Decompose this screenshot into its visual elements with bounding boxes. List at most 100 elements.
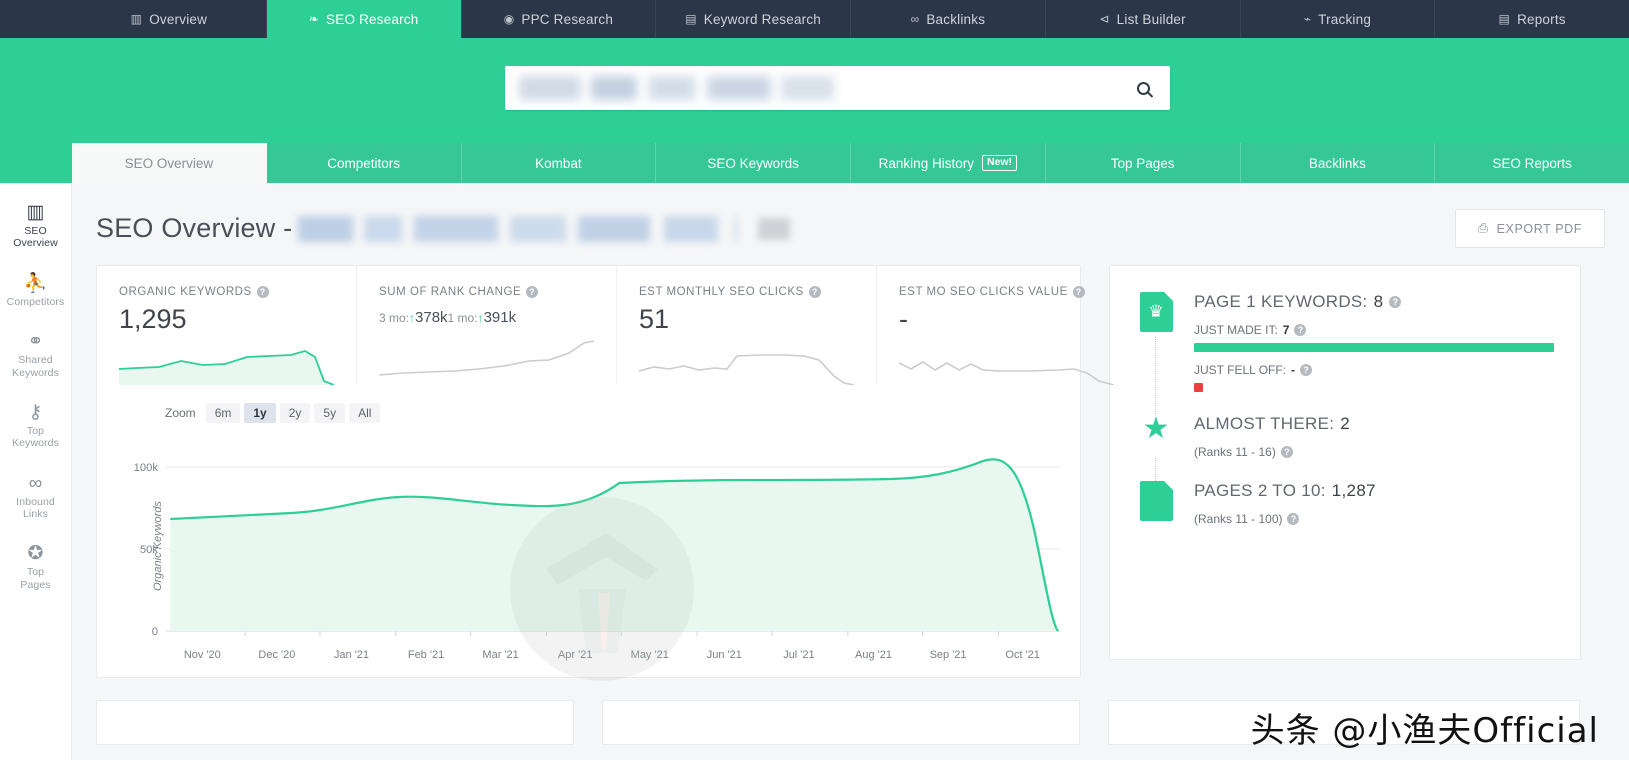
tab-top-pages[interactable]: Top Pages <box>1045 143 1241 183</box>
page-header: SEO Overview - ⎙ EXPORT PDF <box>96 209 1605 248</box>
topnav-item-seo-research[interactable]: ❧ SEO Research <box>266 0 462 38</box>
row-just-made-it: JUST MADE IT: 7 ? <box>1194 323 1554 337</box>
panel-group-almost-there: ★ ALMOST THERE: 2 (Ranks 11 - 16) ? <box>1136 412 1554 483</box>
search-bar[interactable] <box>505 66 1170 110</box>
star-icon: ★ <box>1142 412 1170 445</box>
zoom-option-6m[interactable]: 6m <box>205 402 241 423</box>
tab-backlinks[interactable]: Backlinks <box>1240 143 1436 183</box>
x-tick-label: Aug '21 <box>855 648 892 661</box>
change-3mo-value: 378k <box>415 309 448 326</box>
sidebar-label-line2: Keywords <box>12 437 59 450</box>
sidebar-label-line1: Top <box>26 424 45 437</box>
topnav-label: Keyword Research <box>703 11 822 27</box>
question-icon[interactable]: ? <box>1294 324 1307 336</box>
metric-est-mo-seo-clicks-value: EST MO SEO CLICKS VALUE ? - <box>877 266 1136 386</box>
svg-text:0: 0 <box>152 626 158 638</box>
tab-label: Competitors <box>327 155 401 171</box>
metric-label-text: ORGANIC KEYWORDS <box>119 286 252 298</box>
sidebar-label-line1: Shared <box>18 354 53 367</box>
tab-label: Kombat <box>535 155 582 171</box>
chart-svg: 100k 50k 0 <box>134 457 1060 638</box>
bottom-card-middle[interactable] <box>602 699 1080 745</box>
document-icon: ▤ <box>1498 12 1511 26</box>
sidebar-item-top-pages[interactable]: ✪ Top Pages <box>0 544 71 591</box>
topnav-item-tracking[interactable]: ⌁ Tracking <box>1241 0 1436 38</box>
search-input[interactable] <box>505 66 1116 110</box>
sidebar-item-shared-keywords[interactable]: ⚭ Shared Keywords <box>0 332 71 379</box>
link-icon: ∞ <box>28 472 43 494</box>
tab-seo-overview[interactable]: SEO Overview <box>72 143 267 183</box>
sidebar-label-line2: Overview <box>13 237 58 250</box>
tab-label: Top Pages <box>1110 155 1175 171</box>
tab-label: SEO Reports <box>1492 155 1572 171</box>
x-tick-label: Apr '21 <box>557 648 593 661</box>
question-icon[interactable]: ? <box>1287 513 1300 525</box>
tab-seo-reports[interactable]: SEO Reports <box>1435 143 1629 183</box>
zoom-option-5y[interactable]: 5y <box>314 402 346 423</box>
sidebar-item-top-keywords[interactable]: ⚷ Top Keywords <box>0 403 71 450</box>
tab-label: SEO Keywords <box>707 155 799 171</box>
redacted-domain-name <box>298 215 739 242</box>
x-tick-label: Jul '21 <box>783 648 815 661</box>
sidebar-item-competitors[interactable]: ⛹ Competitors <box>0 274 71 308</box>
x-tick-label: Feb '21 <box>407 648 445 661</box>
topnav-label: List Builder <box>1116 11 1186 27</box>
topnav-item-keyword-research[interactable]: ▤ Keyword Research <box>656 0 851 38</box>
metric-value: 1,295 <box>119 304 187 334</box>
bar-chart-icon: ▥ <box>26 202 45 223</box>
metric-est-monthly-seo-clicks: EST MONTHLY SEO CLICKS ? 51 <box>617 266 877 386</box>
question-icon[interactable]: ? <box>1072 286 1085 298</box>
card-icon: ▤ <box>685 12 697 26</box>
metrics-row: ORGANIC KEYWORDS ? 1,295 SUM OF RANK CHA… <box>97 266 1115 386</box>
chart-plot-area: Organic Keywords 100k 50k 0 <box>117 449 1060 681</box>
question-icon[interactable]: ? <box>526 286 539 298</box>
chart-x-axis: Nov '20 Dec '20 Jan '21 Feb '21 Mar '21 … <box>165 649 1060 661</box>
page-document-icon <box>1139 481 1173 521</box>
bottom-card-left[interactable] <box>96 699 574 745</box>
topnav-item-backlinks[interactable]: ∞ Backlinks <box>851 0 1046 38</box>
zoom-option-2y[interactable]: 2y <box>279 402 311 423</box>
line-chart-icon: ⌁ <box>1303 12 1312 26</box>
search-icon <box>1136 81 1150 95</box>
sparkline-seo-clicks <box>638 343 855 386</box>
x-tick-label: May '21 <box>630 648 669 661</box>
topnav-item-overview[interactable]: ▥ Overview <box>72 0 267 38</box>
topnav-item-list-builder[interactable]: ⊲ List Builder <box>1046 0 1241 38</box>
bottom-cards-row <box>96 699 1605 745</box>
question-icon[interactable]: ? <box>1300 364 1313 376</box>
question-icon[interactable]: ? <box>1280 446 1293 458</box>
topnav-item-reports[interactable]: ▤ Reports <box>1435 0 1629 38</box>
x-tick-label: Jan '21 <box>333 648 370 661</box>
group-title-label: PAGES 2 TO 10: <box>1194 481 1326 500</box>
group-title: PAGES 2 TO 10: 1,287 <box>1194 481 1554 501</box>
sidebar-label-line2: Pages <box>20 578 51 591</box>
zoom-option-all[interactable]: All <box>349 402 381 423</box>
sidebar-item-seo-overview[interactable]: ▥ SEO Overview <box>0 203 71 250</box>
sidebar-item-inbound-links[interactable]: ∞ Inbound Links <box>0 474 71 521</box>
export-pdf-button[interactable]: ⎙ EXPORT PDF <box>1454 209 1605 248</box>
question-icon[interactable]: ? <box>1389 296 1402 308</box>
subtitle-text: (Ranks 11 - 16) <box>1194 445 1276 459</box>
sidebar-label-line1: Top <box>26 566 45 579</box>
tab-kombat[interactable]: Kombat <box>461 143 657 183</box>
organic-keywords-chart: Zoom 6m 1y 2y 5y All Organic Keywords 10… <box>97 385 1080 681</box>
tab-seo-keywords[interactable]: SEO Keywords <box>656 143 851 183</box>
page-body: ▥ SEO Overview ⛹ Competitors ⚭ Shared Ke… <box>0 183 1629 760</box>
group-title-value: 8 <box>1373 292 1384 311</box>
x-tick-label: Jun '21 <box>706 648 742 661</box>
tab-ranking-history[interactable]: Ranking History New! <box>851 143 1046 183</box>
metric-label-text: EST MO SEO CLICKS VALUE <box>899 286 1068 298</box>
group-title-label: PAGE 1 KEYWORDS: <box>1194 292 1368 311</box>
x-tick-label: Sep '21 <box>929 648 967 661</box>
topnav-item-ppc-research[interactable]: ◉ PPC Research <box>462 0 657 38</box>
search-button[interactable] <box>1116 66 1170 110</box>
x-tick-label: Oct '21 <box>1005 648 1040 661</box>
dashboard-grid: ORGANIC KEYWORDS ? 1,295 SUM OF RANK CHA… <box>96 265 1605 681</box>
tab-competitors[interactable]: Competitors <box>266 143 462 183</box>
question-icon[interactable]: ? <box>256 286 269 298</box>
topnav-label: Tracking <box>1318 11 1372 27</box>
question-icon[interactable]: ? <box>808 286 821 298</box>
bottom-card-right[interactable] <box>1108 699 1580 745</box>
zoom-option-1y[interactable]: 1y <box>244 402 276 423</box>
just-fell-off-bar <box>1194 383 1554 392</box>
